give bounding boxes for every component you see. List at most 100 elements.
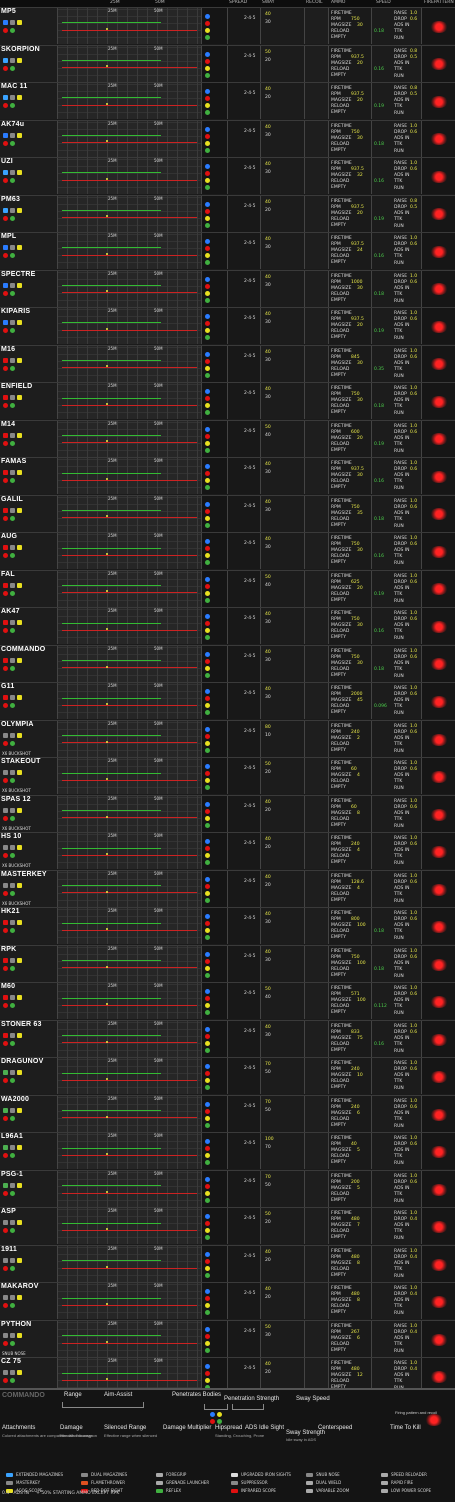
empty-label: EMPTY: [331, 1347, 346, 1353]
drop-label: DROP: [394, 1367, 407, 1373]
green-property-icon: [205, 1122, 210, 1128]
raise-value: 1.0: [410, 723, 418, 729]
magsize-label: MAGSIZE: [331, 998, 352, 1004]
weapon-name: COMMANDO: [1, 645, 46, 653]
ammo-cell: FIRETIME RPM 480 MAGSIZE 7 RELOAD EMPTY: [329, 1208, 372, 1245]
ads-in-label: ADS IN: [394, 98, 410, 104]
spread-cell: 2·4·5: [228, 1095, 261, 1132]
damage-min: 30: [265, 657, 271, 663]
drop-label: DROP: [394, 992, 407, 998]
damage-max: 50: [265, 424, 271, 430]
magazine-icon: [3, 1107, 8, 1113]
firepattern-cell: [422, 795, 455, 832]
magazine-icon: [3, 1145, 8, 1151]
spread-values: 2·4·5: [244, 578, 256, 584]
ttk-label: TTK: [394, 1154, 403, 1160]
ads-in-label: ADS IN: [394, 1260, 410, 1266]
damage-range-graph: 25M 50M: [58, 533, 202, 570]
red-property-icon: [205, 1258, 210, 1264]
damage-max: 40: [265, 912, 271, 918]
red-dot-icon: [3, 740, 8, 746]
spread-values: 2·4·5: [244, 653, 256, 659]
grip-icon: [10, 1257, 15, 1263]
reload-label: RELOAD: [331, 104, 350, 110]
attachment-icon: [81, 1473, 88, 1477]
firetime-label: FIRETIME: [331, 723, 352, 729]
grip-icon: [10, 95, 15, 101]
blue-property-icon: [205, 1101, 210, 1107]
rpm-label: RPM: [331, 1367, 341, 1373]
property-icons: [202, 1245, 228, 1282]
property-icons: [202, 8, 228, 44]
spread-cell: 2·4·5: [228, 908, 261, 945]
yellow-property-icon: [205, 103, 210, 109]
attachment-icon: [156, 1473, 163, 1477]
firepattern-cell: [422, 45, 455, 82]
ttk-label: TTK: [394, 479, 403, 485]
recoil-cell: [305, 1170, 329, 1207]
run-label: RUN: [394, 1273, 404, 1279]
blue-property-icon: [205, 1326, 210, 1332]
sway-cell: 70 50: [261, 1058, 305, 1095]
weapon-name-cell: PM63: [0, 195, 58, 232]
legend-pen-strength: Penetration Strength: [224, 1396, 280, 1402]
red-dot-icon: [3, 628, 8, 634]
range-25m-label: 25M: [108, 720, 117, 726]
ttk-label: TTK: [394, 291, 403, 297]
magsize-value: 5: [357, 1148, 360, 1154]
damage-range-graph: 25M 50M: [58, 420, 202, 457]
weapon-name: HS 10: [1, 833, 22, 841]
speed-cell: RAISE 1.0 DROP 0.6 ADS IN TTK 0.16 RUN: [372, 233, 422, 270]
range-25m-label: 25M: [108, 8, 117, 13]
legend-blue-icon: [210, 1412, 215, 1417]
damage-max: 40: [265, 837, 271, 843]
spread-values: 2·4·5: [244, 1253, 256, 1259]
headshot-line: [62, 547, 161, 549]
ammo-cell: FIRETIME RPM 750 MAGSIZE 100 RELOAD EMPT…: [329, 945, 372, 982]
ttk-label: TTK: [394, 366, 403, 372]
damage-range-graph: 25M 50M: [58, 458, 202, 495]
weapon-name-cell: WA2000: [0, 1095, 58, 1132]
rpm-value: 1000: [351, 279, 363, 285]
red-property-icon: [205, 1108, 210, 1114]
reload-label: RELOAD: [331, 366, 350, 372]
spread-cell: 2·4·5: [228, 1245, 261, 1282]
yellow-property-icon: [205, 365, 210, 371]
rpm-value: 937.5: [351, 167, 364, 173]
drop-value: 0.6: [410, 804, 418, 810]
header-sway: SWAY: [262, 0, 275, 5]
run-label: RUN: [394, 261, 404, 267]
recoil-cell: [305, 458, 329, 495]
spread-cell: 2·4·5: [228, 420, 261, 457]
scope-icon: [17, 995, 22, 1001]
weapon-row: M14 25M 50M 2·4·5 50 40 FIRETIME RPM 600…: [0, 419, 455, 457]
firepattern-burst: [430, 921, 448, 934]
reload-label: RELOAD: [331, 779, 350, 785]
range-50m-label: 50M: [154, 383, 163, 389]
ttk-label: TTK: [394, 329, 403, 335]
blue-property-icon: [205, 426, 210, 432]
empty-label: EMPTY: [331, 822, 346, 828]
scope-icon: [17, 582, 22, 588]
damage-min: 30: [265, 545, 271, 551]
drop-label: DROP: [394, 542, 407, 548]
drop-label: DROP: [394, 842, 407, 848]
green-property-icon: [205, 485, 210, 491]
legend-dmg-note: Headshot damage: [60, 1433, 93, 1438]
weapon-name: AUG: [1, 533, 18, 541]
reflex-icon: [10, 1190, 15, 1196]
weapon-row: HK21 25M 50M 2·4·5 40 30 FIRETIME RPM 80…: [0, 907, 455, 945]
empty-label: EMPTY: [331, 560, 346, 566]
property-icons: [202, 158, 228, 195]
damage-max: 50: [265, 1324, 271, 1330]
weapon-row: STAKEOUT X6 BUCKSHOT 25M 50M 2·4·5 50 20…: [0, 757, 455, 795]
weapon-name-cell: ENFIELD: [0, 383, 58, 420]
empty-label: EMPTY: [331, 185, 346, 191]
scope-icon: [17, 170, 22, 176]
yellow-property-icon: [205, 778, 210, 784]
damage-min: 20: [265, 882, 271, 888]
damage-range-graph: 25M 50M: [58, 645, 202, 682]
recoil-cell: [305, 758, 329, 795]
reflex-icon: [10, 478, 15, 484]
raise-label: RAISE: [394, 123, 408, 129]
